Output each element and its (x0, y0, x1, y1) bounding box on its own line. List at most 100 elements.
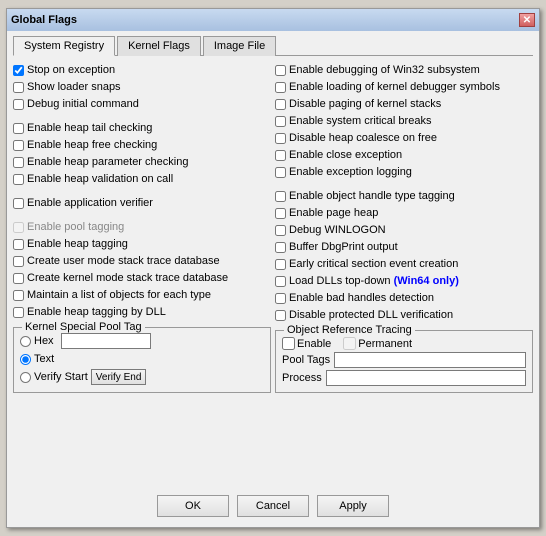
pool-tags-input[interactable] (334, 352, 526, 368)
verify-end-button[interactable]: Verify End (91, 369, 147, 385)
window-content: System Registry Kernel Flags Image File … (7, 31, 539, 527)
list-item: Enable heap tagging by DLL (13, 304, 271, 320)
list-item: Enable heap parameter checking (13, 154, 271, 170)
heap-param-checking-label: Enable heap parameter checking (27, 156, 188, 168)
disable-protected-dll-label: Disable protected DLL verification (289, 309, 453, 321)
objects-list-label: Maintain a list of objects for each type (27, 289, 211, 301)
apply-button[interactable]: Apply (317, 495, 389, 517)
hex-input[interactable] (61, 333, 151, 349)
heap-tagging-checkbox[interactable] (13, 239, 24, 250)
page-heap-label: Enable page heap (289, 207, 378, 219)
heap-free-checking-checkbox[interactable] (13, 140, 24, 151)
object-ref-title: Object Reference Tracing (284, 324, 415, 336)
radio-hex-label: Hex (34, 335, 54, 347)
load-dlls-topdown-checkbox[interactable] (275, 276, 286, 287)
app-verifier-checkbox[interactable] (13, 198, 24, 209)
kernel-debugger-symbols-checkbox[interactable] (275, 82, 286, 93)
bad-handles-checkbox[interactable] (275, 293, 286, 304)
list-item: Disable protected DLL verification (275, 307, 533, 323)
right-column: Enable debugging of Win32 subsystem Enab… (275, 62, 533, 487)
list-item: Enable heap free checking (13, 137, 271, 153)
list-item: Enable debugging of Win32 subsystem (275, 62, 533, 78)
permanent-check-row: Permanent (343, 337, 412, 350)
win64-only-label: (Win64 only) (394, 275, 459, 287)
object-handle-tagging-label: Enable object handle type tagging (289, 190, 455, 202)
close-button[interactable]: ✕ (519, 13, 535, 27)
disable-paging-checkbox[interactable] (275, 99, 286, 110)
process-label: Process (282, 372, 322, 384)
heap-tagging-dll-checkbox[interactable] (13, 307, 24, 318)
heap-tail-checking-checkbox[interactable] (13, 123, 24, 134)
load-dlls-topdown-label: Load DLLs top-down (Win64 only) (289, 275, 459, 287)
list-item: Disable paging of kernel stacks (275, 96, 533, 112)
cancel-button[interactable]: Cancel (237, 495, 309, 517)
radio-text-label: Text (34, 353, 54, 365)
exception-logging-label: Enable exception logging (289, 166, 412, 178)
heap-tagging-dll-label: Enable heap tagging by DLL (27, 306, 166, 318)
kernel-stack-trace-label: Create kernel mode stack trace database (27, 272, 228, 284)
list-item: Early critical section event creation (275, 256, 533, 272)
debug-initial-command-checkbox[interactable] (13, 99, 24, 110)
process-input[interactable] (326, 370, 526, 386)
radio-text[interactable] (20, 354, 31, 365)
tab-image-file[interactable]: Image File (203, 36, 276, 56)
close-exception-checkbox[interactable] (275, 150, 286, 161)
list-item: Enable object handle type tagging (275, 188, 533, 204)
tab-system-registry[interactable]: System Registry (13, 36, 115, 56)
list-item: Disable heap coalesce on free (275, 130, 533, 146)
list-item: Enable loading of kernel debugger symbol… (275, 79, 533, 95)
enable-obj-ref-checkbox[interactable] (282, 337, 295, 350)
spacer (13, 113, 271, 119)
app-verifier-label: Enable application verifier (27, 197, 153, 209)
list-item: Enable application verifier (13, 195, 271, 211)
spacer (13, 188, 271, 194)
radio-text-row: Text (20, 350, 264, 368)
user-stack-trace-checkbox[interactable] (13, 256, 24, 267)
list-item: Enable pool tagging (13, 219, 271, 235)
debug-initial-command-label: Debug initial command (27, 98, 139, 110)
page-heap-checkbox[interactable] (275, 208, 286, 219)
tab-kernel-flags[interactable]: Kernel Flags (117, 36, 201, 56)
show-loader-snaps-checkbox[interactable] (13, 82, 24, 93)
list-item: Enable bad handles detection (275, 290, 533, 306)
heap-tagging-label: Enable heap tagging (27, 238, 128, 250)
list-item: Stop on exception (13, 62, 271, 78)
radio-hex[interactable] (20, 336, 31, 347)
win32-debug-label: Enable debugging of Win32 subsystem (289, 64, 480, 76)
list-item: Enable heap tail checking (13, 120, 271, 136)
stop-on-exception-checkbox[interactable] (13, 65, 24, 76)
critical-breaks-checkbox[interactable] (275, 116, 286, 127)
radio-hex-row: Hex (20, 332, 264, 350)
bad-handles-label: Enable bad handles detection (289, 292, 434, 304)
exception-logging-checkbox[interactable] (275, 167, 286, 178)
list-item: Enable exception logging (275, 164, 533, 180)
buffer-dbgprint-checkbox[interactable] (275, 242, 286, 253)
pool-tagging-checkbox[interactable] (13, 222, 24, 233)
bottom-buttons: OK Cancel Apply (13, 487, 533, 521)
disable-protected-dll-checkbox[interactable] (275, 310, 286, 321)
win32-debug-checkbox[interactable] (275, 65, 286, 76)
critical-breaks-label: Enable system critical breaks (289, 115, 431, 127)
list-item: Enable system critical breaks (275, 113, 533, 129)
debug-winlogon-checkbox[interactable] (275, 225, 286, 236)
objects-list-checkbox[interactable] (13, 290, 24, 301)
debug-winlogon-label: Debug WINLOGON (289, 224, 386, 236)
left-column: Stop on exception Show loader snaps Debu… (13, 62, 271, 487)
heap-param-checking-checkbox[interactable] (13, 157, 24, 168)
buffer-dbgprint-label: Buffer DbgPrint output (289, 241, 398, 253)
process-row: Process (282, 370, 526, 386)
list-item: Enable page heap (275, 205, 533, 221)
show-loader-snaps-label: Show loader snaps (27, 81, 121, 93)
kernel-stack-trace-checkbox[interactable] (13, 273, 24, 284)
heap-validation-checkbox[interactable] (13, 174, 24, 185)
permanent-checkbox[interactable] (343, 337, 356, 350)
radio-verify-start[interactable] (20, 372, 31, 383)
kernel-debugger-symbols-label: Enable loading of kernel debugger symbol… (289, 81, 500, 93)
spacer (13, 212, 271, 218)
disable-heap-coalesce-label: Disable heap coalesce on free (289, 132, 437, 144)
disable-heap-coalesce-checkbox[interactable] (275, 133, 286, 144)
list-item: Maintain a list of objects for each type (13, 287, 271, 303)
critical-section-event-checkbox[interactable] (275, 259, 286, 270)
object-handle-tagging-checkbox[interactable] (275, 191, 286, 202)
ok-button[interactable]: OK (157, 495, 229, 517)
